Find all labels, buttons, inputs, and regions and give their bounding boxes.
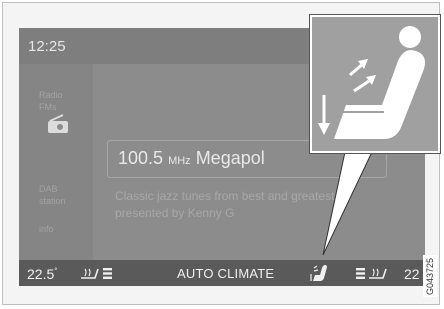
figure-code-text: G043725 [425,258,435,295]
figure-code: G043725 [423,255,437,297]
seat-airflow-zoom-icon [318,26,425,139]
zoom-callout [310,15,440,153]
